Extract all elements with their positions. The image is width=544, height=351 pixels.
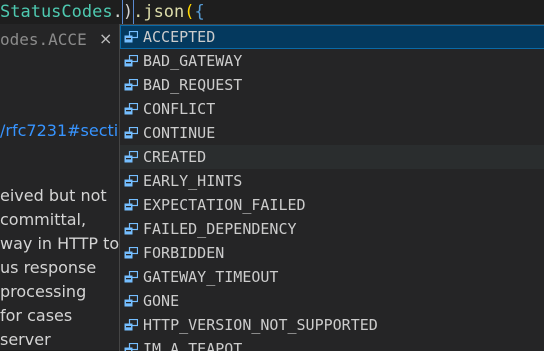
suggestion-label: HTTP_VERSION_NOT_SUPPORTED	[143, 313, 378, 337]
hover-description-line: for cases	[0, 304, 120, 328]
suggestion-label: EXPECTATION_FAILED	[143, 193, 306, 217]
suggestion-label: GATEWAY_TIMEOUT	[143, 265, 278, 289]
hover-description-line: processing	[0, 280, 120, 304]
suggestion-item[interactable]: FAILED_DEPENDENCY	[120, 217, 544, 241]
hover-description-line: us response	[0, 256, 120, 280]
suggestion-list[interactable]: ACCEPTEDBAD_GATEWAYBAD_REQUESTCONFLICTCO…	[119, 24, 544, 351]
enum-member-icon	[124, 151, 138, 163]
enum-member-icon	[124, 223, 138, 235]
enum-member-icon	[124, 103, 138, 115]
suggestion-item[interactable]: CONFLICT	[120, 97, 544, 121]
enum-member-icon	[124, 55, 138, 67]
suggestion-item[interactable]: IM_A_TEAPOT	[120, 337, 544, 351]
suggestion-label: ACCEPTED	[143, 25, 215, 49]
suggestion-item[interactable]: BAD_GATEWAY	[120, 49, 544, 73]
suggestion-label: CONFLICT	[143, 97, 215, 121]
suggestion-item[interactable]: FORBIDDEN	[120, 241, 544, 265]
code-line[interactable]: StatusCodes.).json({	[0, 0, 544, 24]
suggestion-item[interactable]: BAD_REQUEST	[120, 73, 544, 97]
hover-doc-link[interactable]: /rfc7231#sectio	[0, 120, 120, 142]
suggestion-item[interactable]: EARLY_HINTS	[120, 169, 544, 193]
json-method-token: .json	[133, 0, 184, 24]
enum-member-icon	[124, 79, 138, 91]
suggestion-label: GONE	[143, 289, 179, 313]
enum-member-icon	[124, 271, 138, 283]
suggestion-item[interactable]: ACCEPTED	[120, 25, 544, 49]
open-paren-token: (	[184, 0, 194, 24]
suggestion-item[interactable]: GATEWAY_TIMEOUT	[120, 265, 544, 289]
enum-member-icon	[124, 127, 138, 139]
enum-member-icon	[124, 247, 138, 259]
hover-description: eived but not committal, way in HTTP to …	[0, 184, 120, 350]
enum-member-icon	[124, 175, 138, 187]
hover-header-text: odes.ACCE	[0, 28, 87, 52]
suggestion-item[interactable]: EXPECTATION_FAILED	[120, 193, 544, 217]
suggestion-label: CREATED	[143, 145, 206, 169]
close-paren-token: )	[123, 0, 133, 24]
suggestion-label: BAD_REQUEST	[143, 73, 242, 97]
suggestion-label: FORBIDDEN	[143, 241, 224, 265]
suggestion-label: CONTINUE	[143, 121, 215, 145]
close-icon[interactable]: ×	[99, 29, 115, 49]
suggestion-item[interactable]: CONTINUE	[120, 121, 544, 145]
hover-description-line: server	[0, 328, 120, 350]
dot-token: .	[113, 0, 123, 24]
suggestion-label: EARLY_HINTS	[143, 169, 242, 193]
type-name-token: StatusCodes	[0, 0, 113, 24]
hover-description-line: committal,	[0, 208, 120, 232]
enum-member-icon	[124, 199, 138, 211]
suggestion-item[interactable]: GONE	[120, 289, 544, 313]
suggestion-item[interactable]: CREATED	[120, 145, 544, 169]
suggestion-item[interactable]: HTTP_VERSION_NOT_SUPPORTED	[120, 313, 544, 337]
enum-member-icon	[124, 31, 138, 43]
open-brace-token: {	[195, 0, 205, 24]
hover-description-line: eived but not	[0, 184, 120, 208]
suggestion-label: BAD_GATEWAY	[143, 49, 242, 73]
hover-description-line: way in HTTP to	[0, 232, 120, 256]
hover-documentation-panel: odes.ACCE × /rfc7231#sectio eived but no…	[0, 24, 120, 350]
enum-member-icon	[124, 295, 138, 307]
suggestion-label: IM_A_TEAPOT	[143, 337, 242, 351]
suggestion-label: FAILED_DEPENDENCY	[143, 217, 297, 241]
enum-member-icon	[124, 319, 138, 331]
